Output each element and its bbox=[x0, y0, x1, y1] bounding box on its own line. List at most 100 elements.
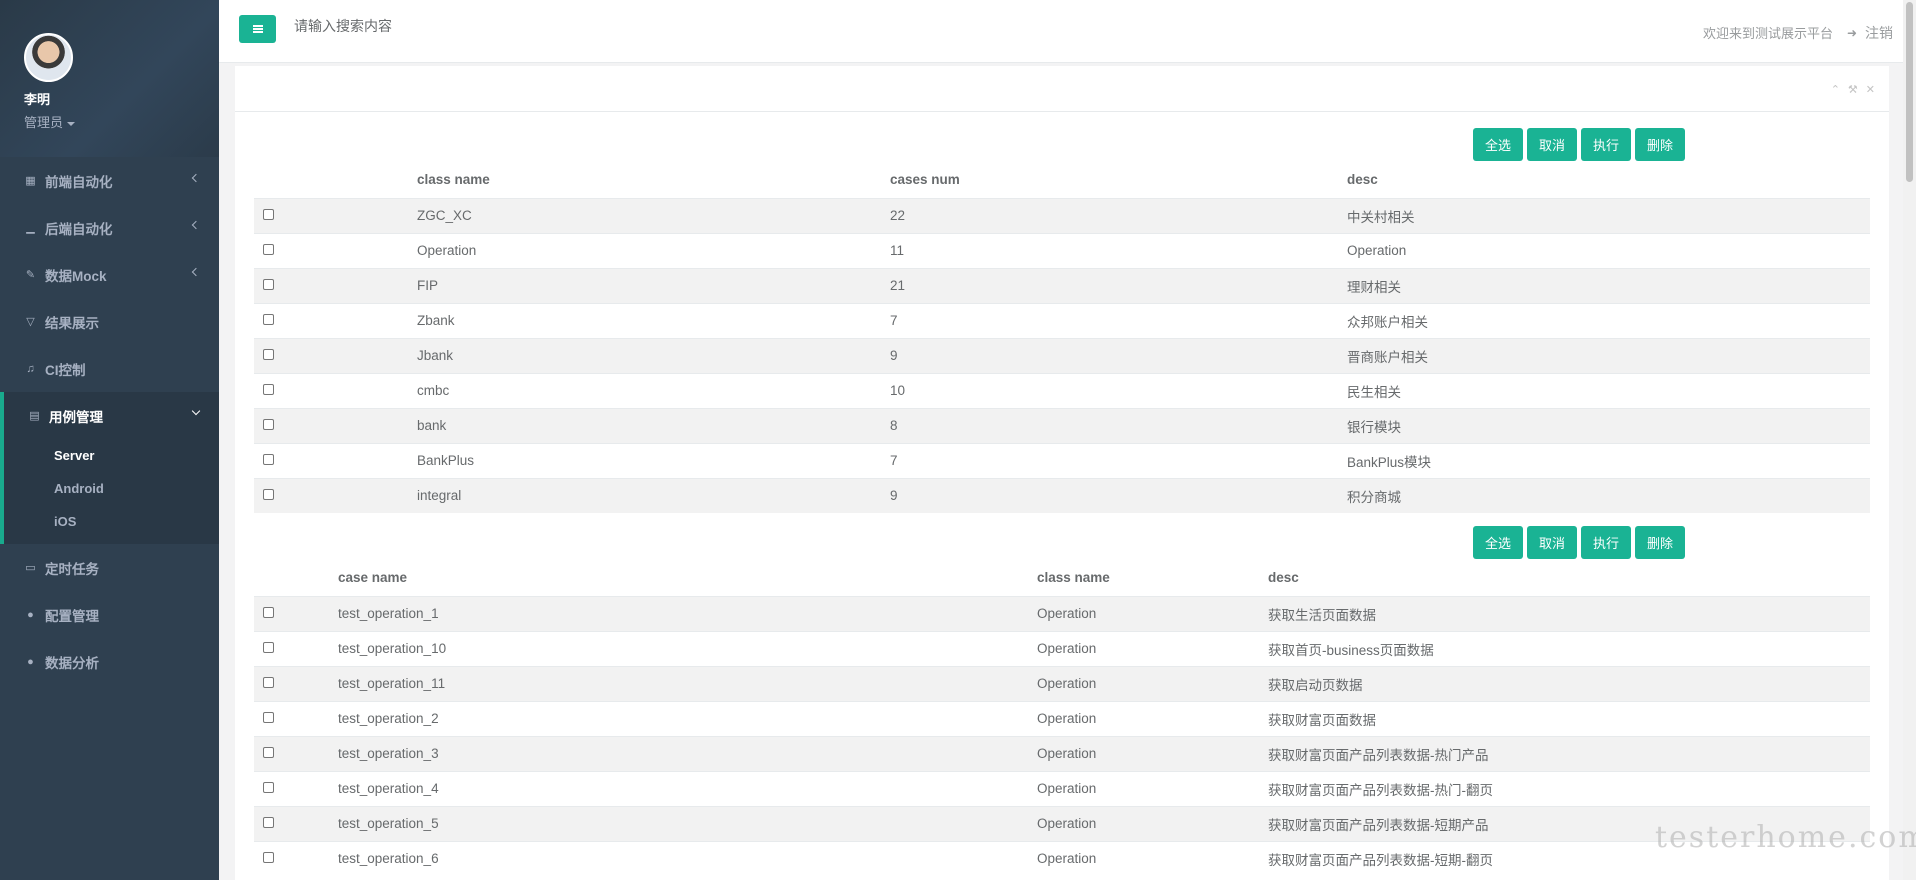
case-action-buttons: 全选 取消 执行 删除 bbox=[1473, 526, 1686, 559]
sidebar-subitem-server[interactable]: Server bbox=[4, 439, 219, 472]
checkbox-cell bbox=[254, 665, 338, 701]
sidebar-subitem-android[interactable]: Android bbox=[4, 472, 219, 505]
checkbox-header bbox=[254, 162, 417, 199]
table-cell: test_operation_3 bbox=[338, 735, 1037, 771]
table-row[interactable]: test_operation_6 Operation 获取财富页面产品列表数据-短期… bbox=[254, 840, 1870, 876]
sidebar-item-case-management[interactable]: ▤ 用例管理 bbox=[4, 392, 219, 439]
page-scrollbar[interactable] bbox=[1903, 0, 1916, 880]
profile-role-dropdown[interactable]: 管理员 bbox=[24, 112, 219, 131]
row-checkbox[interactable] bbox=[263, 279, 274, 290]
chevron-left-icon bbox=[191, 173, 201, 183]
table-row[interactable]: integral 9 积分商城 bbox=[254, 477, 1870, 513]
delete-button[interactable]: 删除 bbox=[1635, 128, 1686, 161]
column-header: class name bbox=[417, 162, 890, 199]
row-checkbox[interactable] bbox=[263, 677, 274, 688]
sidebar-item[interactable]: ● 配置管理 bbox=[0, 591, 219, 638]
row-checkbox[interactable] bbox=[263, 314, 274, 325]
table-row[interactable]: test_operation_10 Operation 获取首页-business页… bbox=[254, 630, 1870, 666]
column-header: class name bbox=[1037, 560, 1268, 597]
table-row[interactable]: bank 8 银行模块 bbox=[254, 407, 1870, 443]
row-checkbox[interactable] bbox=[263, 607, 274, 618]
table-row[interactable]: test_operation_3 Operation 获取财富页面产品列表数据-热门… bbox=[254, 735, 1870, 771]
grid-icon: ▦ bbox=[25, 175, 36, 187]
row-checkbox[interactable] bbox=[263, 642, 274, 653]
avatar[interactable] bbox=[24, 33, 73, 82]
sidebar-subitem-ios[interactable]: iOS bbox=[4, 505, 219, 538]
sidebar-item[interactable]: ▁ 后端自动化 bbox=[0, 204, 219, 251]
row-checkbox[interactable] bbox=[263, 712, 274, 723]
sidebar-item[interactable]: ✎ 数据Mock bbox=[0, 251, 219, 298]
table-row[interactable]: Jbank 9 晋商账户相关 bbox=[254, 337, 1870, 373]
table-cell: 21 bbox=[890, 267, 1347, 303]
content-panel: ⌃ ⚒ ✕ 全选 取消 执行 删除 class name cases num d… bbox=[235, 66, 1889, 880]
panel-tools: ⌃ ⚒ ✕ bbox=[1831, 83, 1875, 96]
chevron-left-icon bbox=[191, 267, 201, 277]
sidebar-item[interactable]: ▽ 结果展示 bbox=[0, 298, 219, 345]
row-checkbox[interactable] bbox=[263, 489, 274, 501]
table-row[interactable]: test_operation_11 Operation 获取启动页数据 bbox=[254, 665, 1870, 701]
select-all-button[interactable]: 全选 bbox=[1473, 128, 1524, 161]
sidebar-item[interactable]: ● 数据分析 bbox=[0, 638, 219, 685]
music-icon: ♫ bbox=[26, 362, 35, 375]
table-cell: 7 bbox=[890, 302, 1347, 338]
table-row[interactable]: ZGC_XC 22 中关村相关 bbox=[254, 197, 1870, 233]
row-checkbox[interactable] bbox=[263, 454, 274, 465]
checkbox-cell bbox=[254, 302, 417, 338]
scrollbar-thumb[interactable] bbox=[1906, 2, 1913, 182]
table-row[interactable]: test_operation_2 Operation 获取财富页面数据 bbox=[254, 700, 1870, 736]
sidebar-item-label: CI控制 bbox=[45, 362, 86, 378]
sidebar-item-label: 后端自动化 bbox=[45, 221, 113, 237]
row-checkbox[interactable] bbox=[263, 747, 274, 758]
logout-link[interactable]: ➜ 注销 bbox=[1847, 23, 1893, 43]
sidebar-item[interactable]: ▦ 前端自动化 bbox=[0, 157, 219, 204]
table-cell: test_operation_2 bbox=[338, 700, 1037, 736]
cancel-button[interactable]: 取消 bbox=[1527, 526, 1578, 559]
wrench-icon[interactable]: ⚒ bbox=[1848, 83, 1858, 96]
table-row[interactable]: Operation 11 Operation bbox=[254, 232, 1870, 268]
table-row[interactable]: test_operation_4 Operation 获取财富页面产品列表数据-热门… bbox=[254, 770, 1870, 806]
table-cell: test_operation_4 bbox=[338, 770, 1037, 806]
sidebar-item[interactable]: ▭ 定时任务 bbox=[0, 544, 219, 591]
table-row[interactable]: test_operation_5 Operation 获取财富页面产品列表数据-短期… bbox=[254, 805, 1870, 841]
row-checkbox[interactable] bbox=[263, 349, 274, 360]
table-header-row: case name class name desc bbox=[254, 560, 1870, 597]
table-cell: test_operation_10 bbox=[338, 630, 1037, 666]
table-cell: 银行模块 bbox=[1347, 407, 1870, 443]
checkbox-cell bbox=[254, 770, 338, 806]
row-checkbox[interactable] bbox=[263, 419, 274, 430]
row-checkbox[interactable] bbox=[263, 817, 274, 828]
row-checkbox[interactable] bbox=[263, 209, 274, 220]
execute-button[interactable]: 执行 bbox=[1581, 128, 1632, 161]
row-checkbox[interactable] bbox=[263, 852, 274, 864]
row-checkbox[interactable] bbox=[263, 384, 274, 395]
table-row[interactable]: test_operation_1 Operation 获取生活页面数据 bbox=[254, 595, 1870, 631]
table-cell: Operation bbox=[417, 232, 890, 268]
table-cell: Jbank bbox=[417, 337, 890, 373]
checkbox-cell bbox=[254, 477, 417, 513]
collapse-icon[interactable]: ⌃ bbox=[1831, 83, 1840, 96]
table-row[interactable]: cmbc 10 民生相关 bbox=[254, 372, 1870, 408]
row-checkbox[interactable] bbox=[263, 782, 274, 793]
sidebar-item-label: 配置管理 bbox=[45, 608, 99, 624]
table-row[interactable]: FIP 21 理财相关 bbox=[254, 267, 1870, 303]
table-header-row: class name cases num desc bbox=[254, 162, 1870, 199]
checkbox-cell bbox=[254, 630, 338, 666]
cancel-button[interactable]: 取消 bbox=[1527, 128, 1578, 161]
table-cell: 7 bbox=[890, 442, 1347, 478]
table-row[interactable]: BankPlus 7 BankPlus模块 bbox=[254, 442, 1870, 478]
sidebar-item[interactable]: ♫ CI控制 bbox=[0, 345, 219, 392]
close-icon[interactable]: ✕ bbox=[1866, 83, 1875, 96]
sidebar-item-label: 定时任务 bbox=[45, 561, 99, 577]
sidebar-item-label: 数据Mock bbox=[45, 268, 107, 284]
checkbox-cell bbox=[254, 735, 338, 771]
sidebar-item-label: 用例管理 bbox=[49, 409, 103, 425]
menu-toggle-button[interactable] bbox=[239, 15, 276, 43]
table-row[interactable]: Zbank 7 众邦账户相关 bbox=[254, 302, 1870, 338]
execute-button[interactable]: 执行 bbox=[1581, 526, 1632, 559]
checkbox-cell bbox=[254, 595, 338, 631]
row-checkbox[interactable] bbox=[263, 244, 274, 255]
search-input[interactable] bbox=[294, 18, 794, 34]
table-cell: cmbc bbox=[417, 372, 890, 408]
delete-button[interactable]: 删除 bbox=[1635, 526, 1686, 559]
select-all-button[interactable]: 全选 bbox=[1473, 526, 1524, 559]
